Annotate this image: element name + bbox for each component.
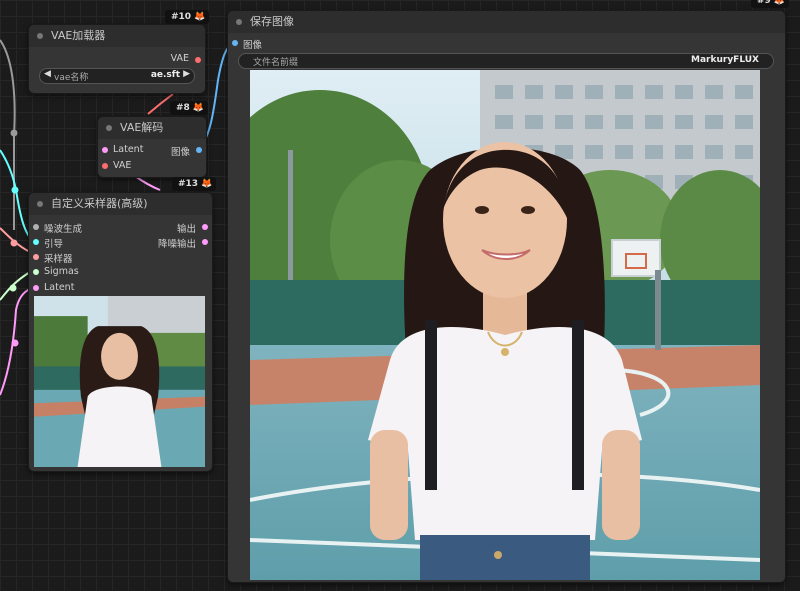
input-slot-vae[interactable] — [102, 163, 108, 169]
wire-gray — [0, 39, 16, 230]
output-label-vae: VAE — [170, 53, 189, 64]
collapse-dot[interactable] — [236, 19, 242, 25]
input-slot-latent[interactable] — [102, 147, 108, 153]
node-vae-loader[interactable]: VAE加载器 VAE ◀ vae名称 ae.sft ▶ — [28, 24, 206, 94]
wire-reroute-dot — [11, 339, 19, 347]
wire-reroute-dot — [9, 284, 17, 292]
filename-prefix-widget[interactable]: 文件名前缀 MarkuryFLUX — [238, 53, 774, 69]
wire-reroute-dot — [10, 129, 18, 137]
node-title[interactable]: 自定义采样器(高级) — [29, 193, 212, 215]
output-slot-output[interactable] — [202, 224, 208, 230]
node-id-badge: #10 🦊 — [165, 10, 210, 24]
node-id-badge: #9 🦊 — [751, 0, 790, 8]
collapse-dot[interactable] — [37, 33, 43, 39]
output-label-output: 输出 — [176, 224, 196, 235]
output-slot-denoised[interactable] — [202, 239, 208, 245]
input-label-image: 图像 — [243, 40, 263, 51]
output-slot-vae[interactable] — [195, 57, 201, 63]
node-title[interactable]: VAE加载器 — [29, 25, 205, 47]
input-label-guider: 引导 — [44, 239, 64, 250]
input-slot-latent[interactable] — [33, 285, 39, 291]
input-label-vae: VAE — [113, 160, 132, 171]
output-image[interactable] — [250, 70, 760, 580]
node-vae-decode[interactable]: VAE解码 Latent VAE 图像 — [97, 116, 207, 178]
wire-latent-pink — [134, 175, 161, 191]
wire-reroute-dot — [11, 186, 19, 194]
input-label-sampler: 采样器 — [44, 254, 73, 265]
right-triangle-icon[interactable]: ▶ — [183, 69, 190, 79]
output-slot-image[interactable] — [196, 147, 202, 153]
wire-salmon — [0, 227, 31, 253]
input-slot-sigmas[interactable] — [33, 269, 39, 275]
input-label-latent: Latent — [44, 282, 75, 293]
wire-lightgreen — [0, 271, 31, 301]
fox-icon: 🦊 — [192, 103, 205, 113]
input-label-noise: 噪波生成 — [44, 224, 83, 235]
collapse-dot[interactable] — [106, 125, 112, 131]
input-slot-noise[interactable] — [33, 224, 39, 230]
node-title[interactable]: VAE解码 — [98, 117, 206, 139]
fox-icon: 🦊 — [194, 12, 206, 22]
output-label-denoised: 降噪输出 — [157, 239, 196, 250]
node-id-badge: #8 🦊 — [170, 101, 209, 115]
input-label-latent: Latent — [113, 144, 144, 155]
left-triangle-icon[interactable]: ◀ — [44, 69, 51, 79]
node-id-badge: #13 🦊 — [172, 177, 217, 191]
fox-icon: 🦊 — [201, 179, 213, 189]
input-label-sigmas: Sigmas — [44, 266, 79, 277]
vae-name-widget[interactable]: ◀ vae名称 ae.sft ▶ — [39, 68, 195, 84]
fox-icon: 🦊 — [773, 0, 786, 6]
input-slot-guider[interactable] — [33, 239, 39, 245]
collapse-dot[interactable] — [37, 201, 43, 207]
sampler-preview-image — [34, 296, 205, 467]
node-title[interactable]: 保存图像 — [228, 11, 785, 33]
wire-reroute-dot — [10, 239, 18, 247]
input-slot-sampler[interactable] — [33, 254, 39, 260]
input-slot-image[interactable] — [232, 40, 238, 46]
output-label-image: 图像 — [170, 147, 190, 158]
